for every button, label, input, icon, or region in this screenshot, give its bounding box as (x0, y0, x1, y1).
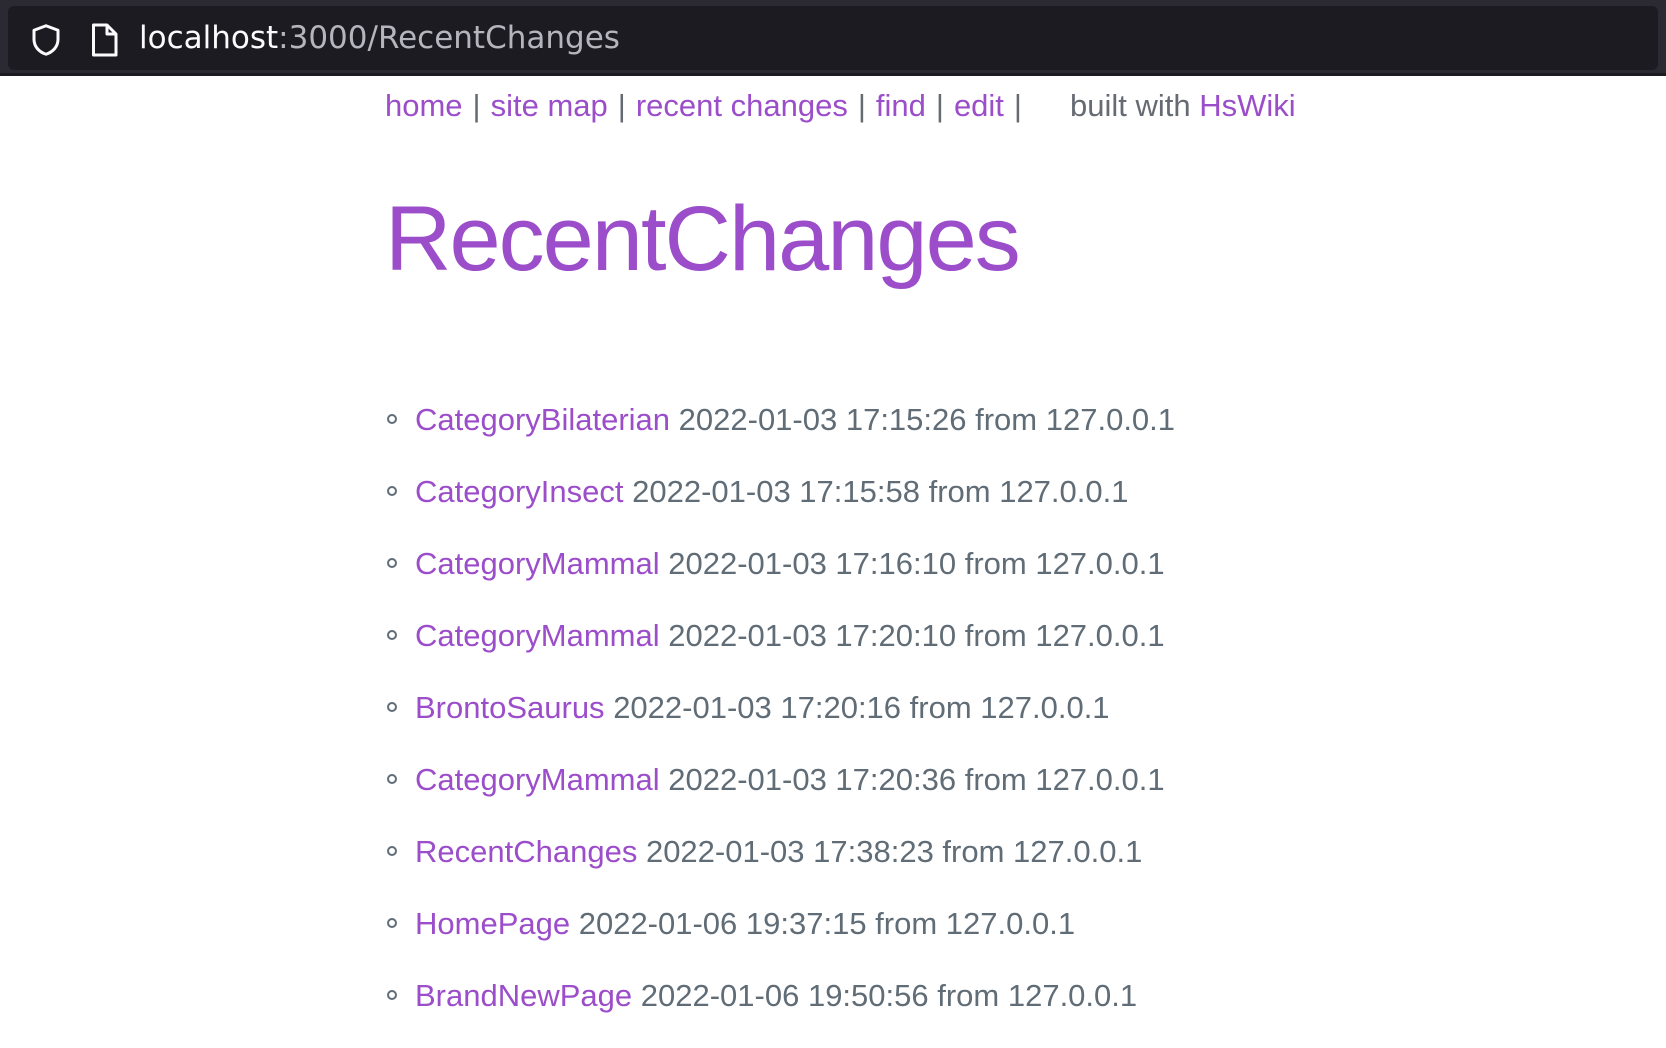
change-page-link[interactable]: BrandNewPage (415, 978, 632, 1013)
bullet-icon (387, 630, 397, 640)
bullet-icon (387, 846, 397, 856)
url-bar[interactable]: localhost:3000/RecentChanges (8, 6, 1658, 70)
change-page-link[interactable]: CategoryBilaterian (415, 402, 670, 437)
change-info: 2022-01-03 17:16:10 from 127.0.0.1 (668, 546, 1165, 581)
change-page-link[interactable]: CategoryInsect (415, 474, 624, 509)
nav-link-edit[interactable]: edit (954, 88, 1004, 123)
nav-separator: | (617, 88, 626, 123)
page-title: RecentChanges (385, 188, 1021, 290)
url-text[interactable]: localhost:3000/RecentChanges (139, 18, 620, 58)
change-info: 2022-01-03 17:20:36 from 127.0.0.1 (668, 762, 1165, 797)
nav-separator: | (857, 88, 866, 123)
nav-separator: | (472, 88, 481, 123)
bullet-icon (387, 414, 397, 424)
nav-link-home[interactable]: home (385, 88, 463, 123)
bullet-icon (387, 990, 397, 1000)
url-host: localhost (139, 20, 279, 56)
browser-toolbar: localhost:3000/RecentChanges (0, 0, 1666, 76)
nav-link-site-map[interactable]: site map (491, 88, 608, 123)
top-nav: home | site map | recent changes | find | edit | b… (385, 86, 1296, 126)
page-icon[interactable] (88, 22, 120, 58)
hswiki-link[interactable]: HsWiki (1199, 88, 1295, 123)
change-page-link[interactable]: CategoryMammal (415, 618, 660, 653)
change-info: 2022-01-03 17:20:16 from 127.0.0.1 (613, 690, 1110, 725)
change-info: 2022-01-06 19:37:15 from 127.0.0.1 (578, 906, 1076, 941)
change-page-link[interactable]: RecentChanges (415, 834, 637, 869)
nav-link-find[interactable]: find (876, 88, 926, 123)
change-info: 2022-01-03 17:15:26 from 127.0.0.1 (678, 402, 1176, 437)
change-page-link[interactable]: CategoryMammal (415, 546, 660, 581)
change-page-link[interactable]: BrontoSaurus (415, 690, 605, 725)
nav-separator: | (1013, 88, 1022, 123)
bullet-icon (387, 486, 397, 496)
nav-separator: | (935, 88, 944, 123)
bullet-icon (387, 774, 397, 784)
change-info: 2022-01-06 19:50:56 from 127.0.0.1 (640, 978, 1138, 1013)
change-info: 2022-01-03 17:15:58 from 127.0.0.1 (632, 474, 1129, 509)
change-page-link[interactable]: CategoryMammal (415, 762, 660, 797)
bullet-icon (387, 558, 397, 568)
change-page-link[interactable]: HomePage (415, 906, 570, 941)
shield-icon[interactable] (28, 22, 64, 58)
url-path: :3000/RecentChanges (278, 20, 620, 56)
bullet-icon (387, 702, 397, 712)
change-info: 2022-01-03 17:38:23 from 127.0.0.1 (645, 834, 1143, 869)
built-with-text: built with (1069, 88, 1191, 123)
bullet-icon (387, 918, 397, 928)
change-info: 2022-01-03 17:20:10 from 127.0.0.1 (668, 618, 1165, 653)
nav-link-recent-changes[interactable]: recent changes (636, 88, 848, 123)
